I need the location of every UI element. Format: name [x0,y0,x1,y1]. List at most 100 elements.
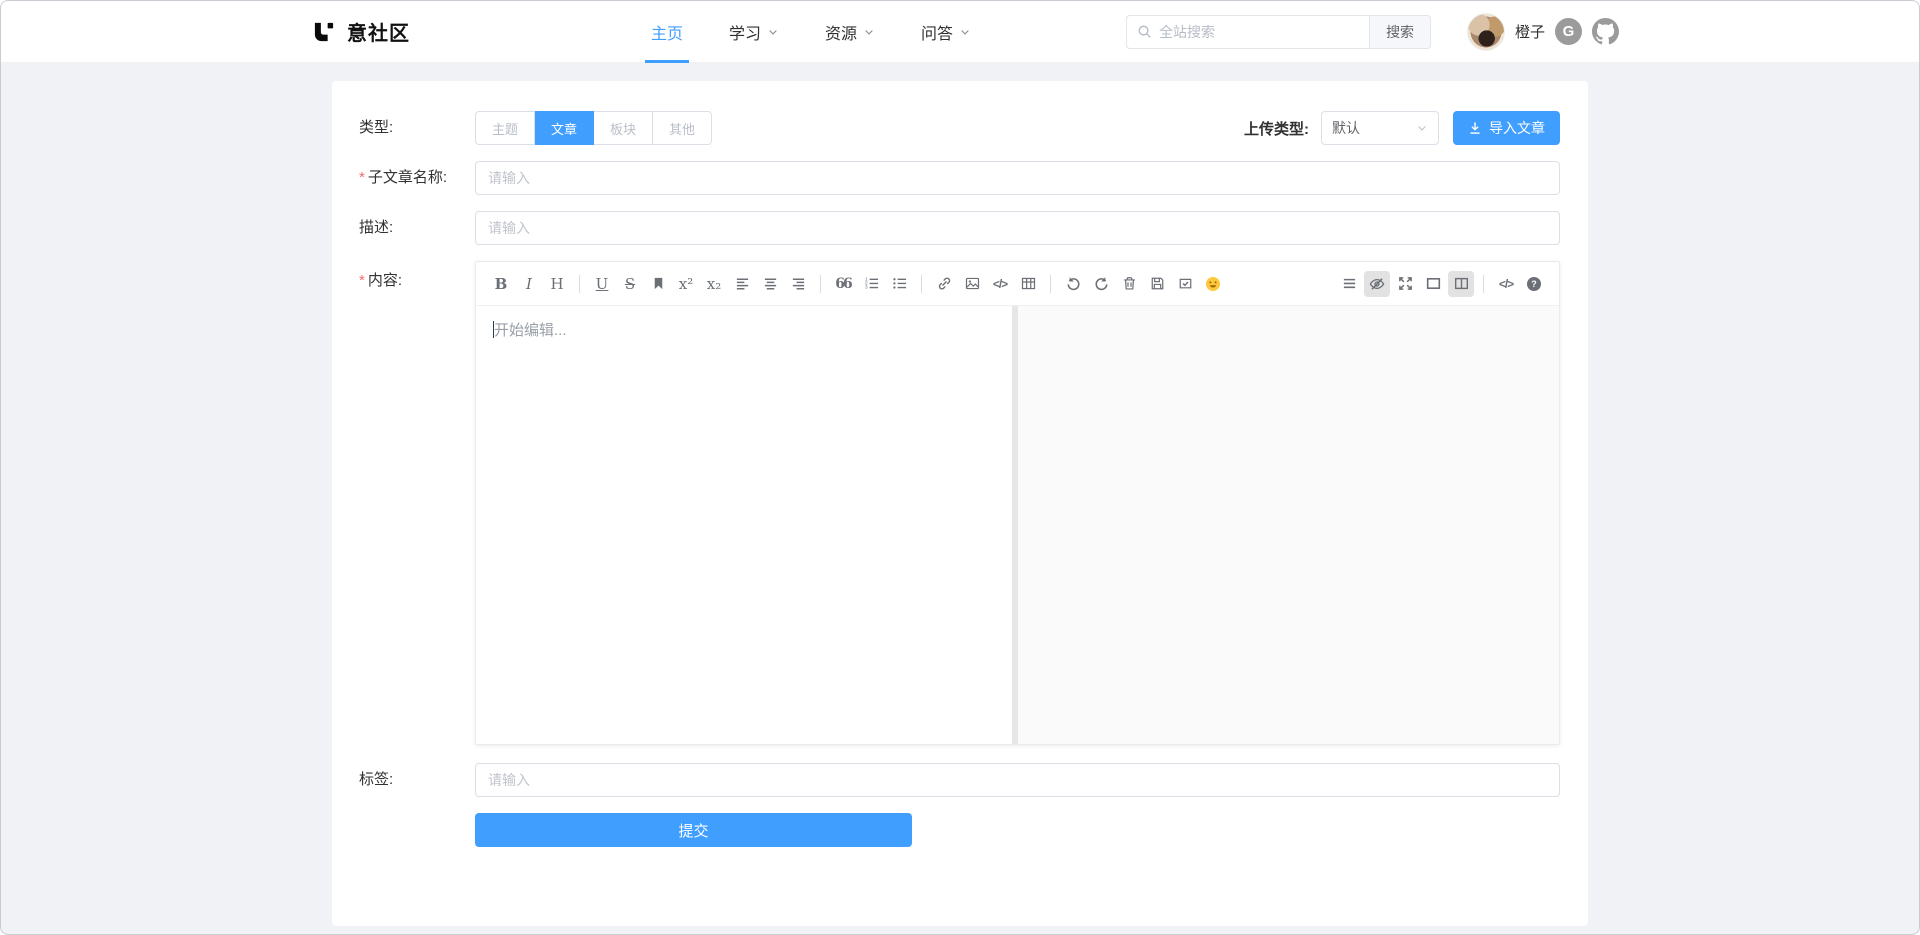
editor-placeholder: 开始编辑... [494,322,567,339]
nav-resources-label: 资源 [825,20,857,44]
description-row: 描述: [359,211,1560,245]
align-center-icon[interactable] [757,271,783,297]
fullscreen-icon[interactable] [1392,271,1418,297]
preview-toggle-icon[interactable] [1364,271,1390,297]
sub-article-name-row: *子文章名称: [359,161,1560,195]
editor-toolbar-right: </> ? [1336,271,1547,297]
search-icon [1137,24,1152,39]
underline-icon[interactable]: U [589,271,615,297]
github-icon[interactable] [1592,18,1619,45]
submit-row: 提交 [359,813,1560,847]
type-segmented-control: 主题 文章 板块 其他 [475,111,712,145]
nav-learn-label: 学习 [729,20,761,44]
nav-item-resources[interactable]: 资源 [815,1,885,63]
nav-item-home[interactable]: 主页 [641,1,693,63]
read-mode-icon[interactable] [1420,271,1446,297]
brand-title: 意社区 [347,17,410,46]
task-list-icon[interactable] [1172,271,1198,297]
redo-icon[interactable] [1088,271,1114,297]
user-area: 橙子 G [1467,13,1619,51]
upload-type-label: 上传类型: [1244,118,1309,139]
header-icon[interactable]: H [544,271,570,297]
toolbar-divider [820,275,821,293]
markdown-editor: B I H U S x² x₂ 66 123 [475,261,1560,745]
strikethrough-icon[interactable]: S [617,271,643,297]
toolbar-divider [579,275,580,293]
required-mark: * [359,272,365,289]
description-input[interactable] [475,211,1560,245]
subscript-icon[interactable]: x₂ [701,271,727,297]
type-option-other[interactable]: 其他 [653,111,712,145]
chevron-down-icon [959,26,971,38]
nav-item-learn[interactable]: 学习 [719,1,789,63]
main-nav: 主页 学习 资源 问答 [641,1,981,63]
chevron-down-icon [863,26,875,38]
unordered-list-icon[interactable] [886,271,912,297]
editor-preview-area [1018,306,1559,744]
toolbar-divider [921,275,922,293]
code-icon[interactable]: </> [987,271,1013,297]
search-input-wrapper [1126,15,1369,49]
app-window: 意社区 主页 学习 资源 问答 [0,0,1920,935]
sub-article-name-label: *子文章名称: [359,161,475,195]
undo-icon[interactable] [1060,271,1086,297]
search-input[interactable] [1159,24,1359,40]
type-option-article[interactable]: 文章 [535,111,594,145]
submit-row-spacer [359,813,475,847]
tags-label: 标签: [359,763,475,797]
upload-type-select[interactable]: 默认 [1321,111,1439,145]
brand-logo-icon [311,19,337,45]
italic-icon[interactable]: I [516,271,542,297]
submit-button[interactable]: 提交 [475,813,912,847]
required-mark: * [359,169,365,186]
quote-icon[interactable]: 66 [830,271,856,297]
table-icon[interactable] [1015,271,1041,297]
editor-input-area[interactable]: 开始编辑... [476,306,1012,744]
import-article-button[interactable]: 导入文章 [1453,111,1560,145]
html-code-icon[interactable]: </> [1493,271,1519,297]
type-row: 类型: 主题 文章 板块 其他 上传类型: 默认 导入文章 [359,111,1560,145]
chevron-down-icon [767,26,779,38]
search-button[interactable]: 搜索 [1369,15,1431,49]
chevron-down-icon [1416,122,1428,134]
tags-input[interactable] [475,763,1560,797]
bookmark-icon[interactable] [645,271,671,297]
nav-item-qa[interactable]: 问答 [911,1,981,63]
save-icon[interactable] [1144,271,1170,297]
site-search: 搜索 [1126,15,1431,49]
gitee-icon[interactable]: G [1555,18,1582,45]
emoji-icon[interactable] [1200,271,1226,297]
toolbar-divider [1050,275,1051,293]
help-icon[interactable]: ? [1521,271,1547,297]
type-option-board[interactable]: 板块 [594,111,653,145]
editor-panes: 开始编辑... [476,306,1559,744]
trash-icon[interactable] [1116,271,1142,297]
type-option-topic[interactable]: 主题 [475,111,535,145]
toolbar-divider [1483,275,1484,293]
sub-article-name-input[interactable] [475,161,1560,195]
link-icon[interactable] [931,271,957,297]
download-icon [1468,121,1482,135]
tags-row: 标签: [359,763,1560,797]
bold-icon[interactable]: B [488,271,514,297]
svg-text:?: ? [1531,279,1537,289]
align-left-icon[interactable] [729,271,755,297]
content-label: *内容: [359,261,475,745]
split-columns-icon[interactable] [1448,271,1474,297]
user-name[interactable]: 橙子 [1515,21,1545,42]
top-navbar: 意社区 主页 学习 资源 问答 [1,1,1919,63]
upload-cluster: 上传类型: 默认 导入文章 [1244,111,1560,145]
user-avatar[interactable] [1467,13,1505,51]
nav-qa-label: 问答 [921,20,953,44]
svg-text:3: 3 [864,285,867,290]
align-right-icon[interactable] [785,271,811,297]
image-icon[interactable] [959,271,985,297]
ordered-list-icon[interactable]: 123 [858,271,884,297]
import-article-label: 导入文章 [1489,118,1545,138]
type-label: 类型: [359,111,475,145]
navigation-icon[interactable] [1336,271,1362,297]
superscript-icon[interactable]: x² [673,271,699,297]
description-label: 描述: [359,211,475,245]
brand[interactable]: 意社区 [311,17,511,46]
editor-toolbar: B I H U S x² x₂ 66 123 [476,262,1559,306]
